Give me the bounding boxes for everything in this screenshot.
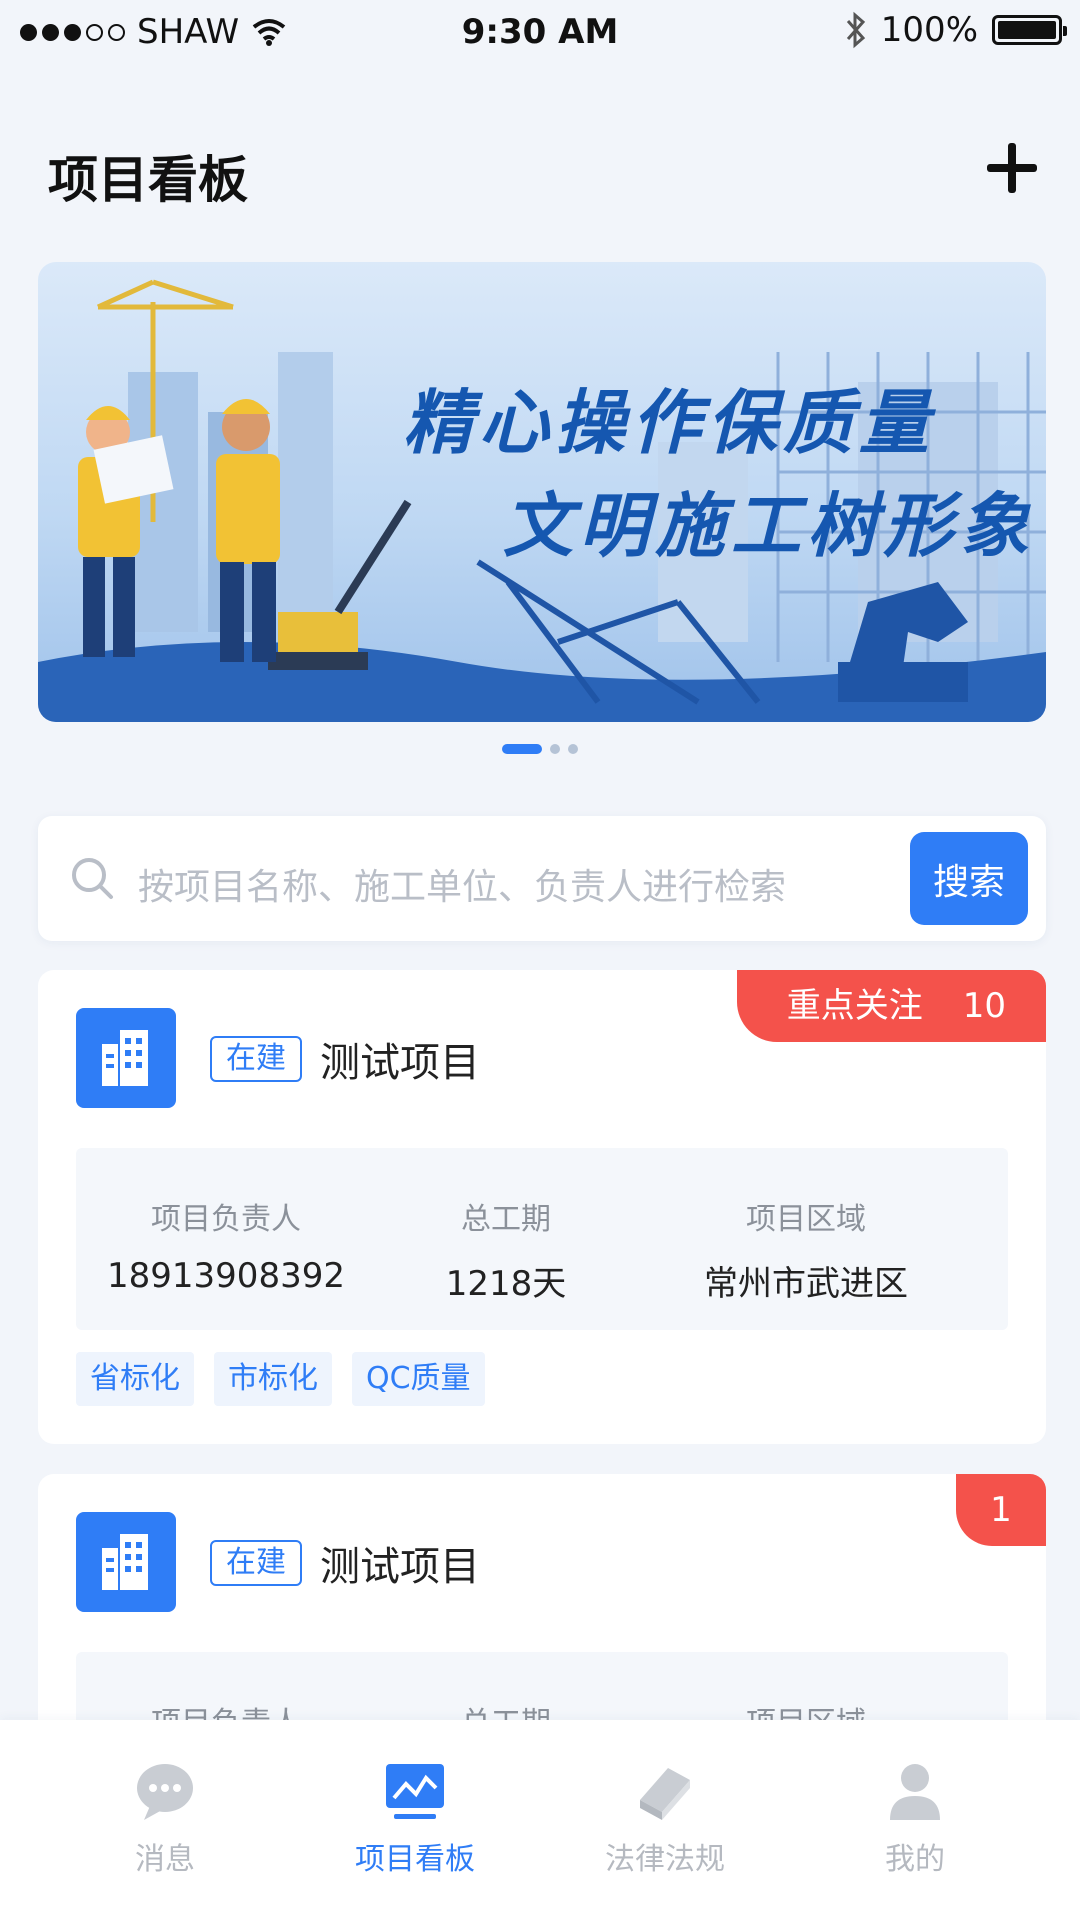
focus-label: 重点关注 (786, 986, 923, 1026)
info-label: 项目区域 (746, 1202, 866, 1237)
tag-provincial: 省标化 (76, 1352, 194, 1406)
project-name: 测试项目 (320, 1040, 480, 1086)
page-title: 项目看板 (48, 151, 248, 209)
banner-slogan-2: 文明施工树形象 (503, 485, 1035, 567)
status-right: 100% (845, 10, 1067, 50)
battery-percent: 100% (880, 10, 978, 50)
banner-slogan-1: 精心操作保质量 (403, 382, 935, 464)
search-bar: 按项目名称、施工单位、负责人进行检索 搜索 (38, 816, 1046, 941)
building-icon (76, 1008, 176, 1108)
banner-pager (0, 744, 1080, 754)
info-manager: 项目负责人 18913908392 (106, 1194, 346, 1296)
status-bar: SHAW 9:30 AM 100% (0, 0, 1080, 66)
battery-icon (992, 15, 1067, 45)
focus-count: 10 (962, 986, 1006, 1026)
project-status-tag: 在建 (210, 1540, 302, 1586)
info-region: 项目区域 常州市武进区 (676, 1194, 936, 1305)
search-button[interactable]: 搜索 (910, 832, 1028, 925)
nav-label: 法律法规 (605, 1842, 725, 1877)
nav-item-messages[interactable]: 消息 (40, 1756, 290, 1878)
info-label: 总工期 (461, 1202, 551, 1237)
pager-dot[interactable] (550, 744, 560, 754)
bluetooth-icon (846, 11, 865, 49)
project-card[interactable]: 在建 测试项目 重点关注 10 项目负责人 18913908392 总工期 12… (38, 970, 1046, 1444)
nav-item-profile[interactable]: 我的 (790, 1756, 1040, 1878)
nav-label: 项目看板 (355, 1842, 475, 1877)
book-icon (640, 1768, 690, 1820)
bottom-nav: 消息 项目看板 法律法规 我的 (0, 1720, 1080, 1920)
pager-dot-active[interactable] (502, 744, 542, 754)
info-label: 项目负责人 (151, 1202, 301, 1237)
focus-badge[interactable]: 重点关注 10 (736, 970, 1046, 1042)
project-status-tag: 在建 (210, 1036, 302, 1082)
focus-count-badge[interactable]: 1 (956, 1474, 1046, 1546)
search-input[interactable]: 按项目名称、施工单位、负责人进行检索 (138, 858, 786, 910)
dashboard-icon (386, 1764, 444, 1819)
building-icon (76, 1512, 176, 1612)
tag-municipal: 市标化 (214, 1352, 332, 1406)
add-project-button[interactable] (984, 140, 1040, 196)
banner-carousel[interactable]: 精心操作保质量 文明施工树形象 (38, 262, 1046, 722)
project-name: 测试项目 (320, 1544, 480, 1590)
info-value: 18913908392 (107, 1256, 345, 1296)
info-value: 常州市武进区 (704, 1264, 908, 1304)
info-value: 1218天 (445, 1264, 567, 1304)
project-tags: 省标化 市标化 QC质量 (76, 1352, 485, 1406)
nav-label: 消息 (135, 1842, 195, 1877)
project-info-panel: 项目负责人 18913908392 总工期 1218天 项目区域 常州市武进区 (76, 1148, 1008, 1330)
nav-label: 我的 (885, 1842, 945, 1877)
nav-item-dashboard[interactable]: 项目看板 (290, 1756, 540, 1878)
info-duration: 总工期 1218天 (406, 1194, 606, 1305)
nav-item-laws[interactable]: 法律法规 (540, 1756, 790, 1878)
tag-qc-quality: QC质量 (352, 1352, 485, 1406)
pager-dot[interactable] (568, 744, 578, 754)
search-icon (72, 858, 113, 899)
user-icon (890, 1764, 940, 1820)
message-icon (137, 1764, 193, 1820)
